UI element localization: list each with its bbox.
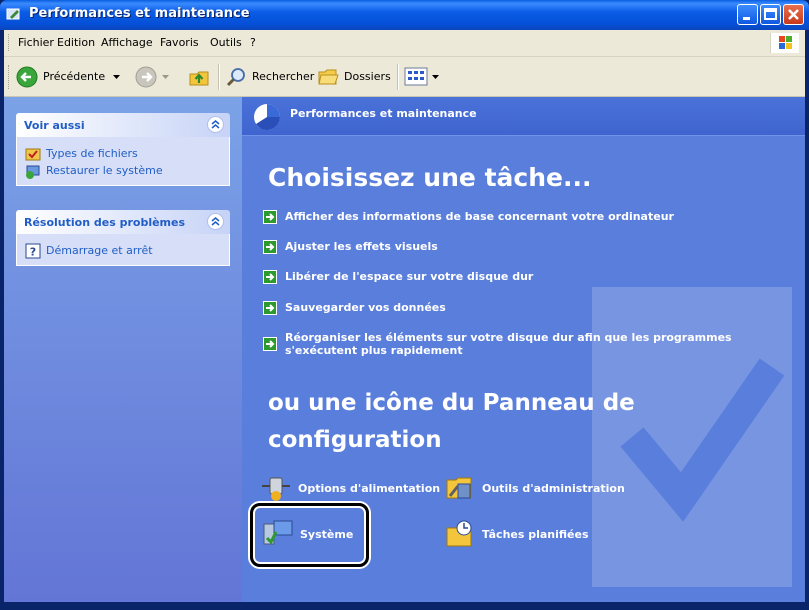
category-header: Performances et maintenance xyxy=(242,97,805,136)
back-label: Précédente xyxy=(43,70,106,83)
control-panel-icon xyxy=(6,8,20,20)
close-icon xyxy=(788,9,799,20)
see-also-header[interactable]: Voir aussi xyxy=(16,113,230,137)
task-label: Ajuster les effets visuels xyxy=(285,240,438,253)
pick-icon-heading-line2: configuration xyxy=(268,427,442,453)
back-arrow-icon xyxy=(16,66,38,88)
back-dropdown-icon[interactable] xyxy=(113,75,121,81)
minimize-button[interactable] xyxy=(737,4,758,25)
control-panel-item-label: Options d'alimentation xyxy=(298,482,441,495)
performance-category-icon xyxy=(254,104,281,131)
scheduled-tasks-item[interactable]: Tâches planifiées xyxy=(444,518,614,550)
see-also-body: Types de fichiers Restaurer le système xyxy=(16,137,230,186)
content-area: Voir aussi Types de fichiers Restaurer l… xyxy=(4,97,805,602)
green-arrow-icon xyxy=(263,240,277,254)
close-button[interactable] xyxy=(783,4,804,25)
scheduled-tasks-icon xyxy=(446,520,472,547)
menu-file[interactable]: Fichier xyxy=(18,36,54,49)
minimize-icon xyxy=(743,17,750,20)
menu-favorites[interactable]: Favoris xyxy=(160,36,199,49)
green-arrow-icon xyxy=(263,270,277,284)
green-arrow-icon xyxy=(263,210,277,224)
green-arrow-icon xyxy=(263,337,277,351)
checklist-watermark-icon xyxy=(592,287,792,587)
views-icon xyxy=(404,67,428,86)
admin-tools-icon xyxy=(446,477,472,499)
file-types-icon xyxy=(25,148,41,161)
troubleshooting-title: Résolution des problèmes xyxy=(24,216,186,229)
task-label: Afficher des informations de base concer… xyxy=(285,210,674,223)
chevron-up-icon xyxy=(211,217,220,226)
forward-button[interactable] xyxy=(135,65,171,89)
help-icon: ? xyxy=(25,243,41,259)
forward-dropdown-icon xyxy=(162,75,169,79)
see-also-panel: Voir aussi Types de fichiers Restaurer l… xyxy=(16,113,230,186)
maximize-icon xyxy=(764,8,777,20)
views-button[interactable] xyxy=(404,65,444,89)
up-button[interactable] xyxy=(188,65,212,89)
windows-logo xyxy=(770,33,799,53)
menu-bar: Fichier Edition Affichage Favoris Outils… xyxy=(4,30,805,57)
troubleshooting-body: ? Démarrage et arrêt xyxy=(16,234,230,266)
see-also-title: Voir aussi xyxy=(24,119,85,132)
menu-view[interactable]: Affichage xyxy=(101,36,153,49)
chevron-up-icon xyxy=(211,120,220,129)
toolbar-separator xyxy=(397,64,399,90)
power-options-item[interactable]: Options d'alimentation xyxy=(260,472,440,504)
standard-toolbar: Précédente Rechercher Dossiers xyxy=(4,57,805,97)
search-button[interactable]: Rechercher xyxy=(225,65,315,89)
folder-up-icon xyxy=(189,71,209,86)
title-bar[interactable]: Performances et maintenance xyxy=(0,0,809,30)
menu-tools[interactable]: Outils xyxy=(210,36,242,49)
sidebar-item-label: Restaurer le système xyxy=(46,164,163,177)
search-label: Rechercher xyxy=(252,70,315,83)
menu-grip xyxy=(8,34,12,51)
menu-edit[interactable]: Edition xyxy=(57,36,95,49)
troubleshooting-panel: Résolution des problèmes ? Démarrage et … xyxy=(16,210,230,266)
explorer-window: Performances et maintenance Fichier Edit… xyxy=(0,0,809,610)
sidebar-item-label: Types de fichiers xyxy=(46,147,138,160)
power-plug-icon xyxy=(262,477,290,501)
maximize-button[interactable] xyxy=(760,4,781,25)
task-label: Sauvegarder vos données xyxy=(285,301,446,314)
toolbar-grip xyxy=(8,65,12,89)
windows-flag-icon xyxy=(779,36,792,49)
search-icon xyxy=(226,68,245,87)
forward-arrow-icon xyxy=(135,66,157,88)
administrative-tools-item[interactable]: Outils d'administration xyxy=(444,472,634,504)
window-title: Performances et maintenance xyxy=(29,6,250,21)
back-button[interactable]: Précédente xyxy=(16,65,124,89)
sidebar-item-system-restore[interactable]: Restaurer le système xyxy=(17,162,229,179)
svg-text:?: ? xyxy=(30,246,36,259)
sidebar-item-startup-shutdown[interactable]: ? Démarrage et arrêt xyxy=(17,242,229,259)
views-dropdown-icon xyxy=(432,75,439,79)
troubleshooting-header[interactable]: Résolution des problèmes xyxy=(16,210,230,234)
green-arrow-icon xyxy=(263,301,277,315)
collapse-button[interactable] xyxy=(207,116,224,133)
task-label: Libérer de l'espace sur votre disque dur xyxy=(285,270,534,283)
folders-label: Dossiers xyxy=(344,70,391,83)
folders-button[interactable]: Dossiers xyxy=(317,65,393,89)
task-label: Réorganiser les éléments sur votre disqu… xyxy=(285,331,732,357)
system-selection-highlight xyxy=(250,503,369,567)
pick-task-heading: Choisissez une tâche... xyxy=(268,163,592,192)
collapse-button[interactable] xyxy=(207,213,224,230)
control-panel-item-label: Tâches planifiées xyxy=(482,528,589,541)
sidebar-item-file-types[interactable]: Types de fichiers xyxy=(17,145,229,162)
toolbar-separator xyxy=(218,64,220,90)
pick-icon-heading-line1: ou une icône du Panneau de xyxy=(268,390,635,416)
sidebar-item-label: Démarrage et arrêt xyxy=(46,244,153,257)
menu-help[interactable]: ? xyxy=(250,36,256,49)
system-restore-icon xyxy=(26,165,40,179)
folders-icon xyxy=(318,69,339,85)
category-title: Performances et maintenance xyxy=(290,107,477,120)
task-pane: Voir aussi Types de fichiers Restaurer l… xyxy=(4,97,242,602)
control-panel-item-label: Outils d'administration xyxy=(482,482,625,495)
